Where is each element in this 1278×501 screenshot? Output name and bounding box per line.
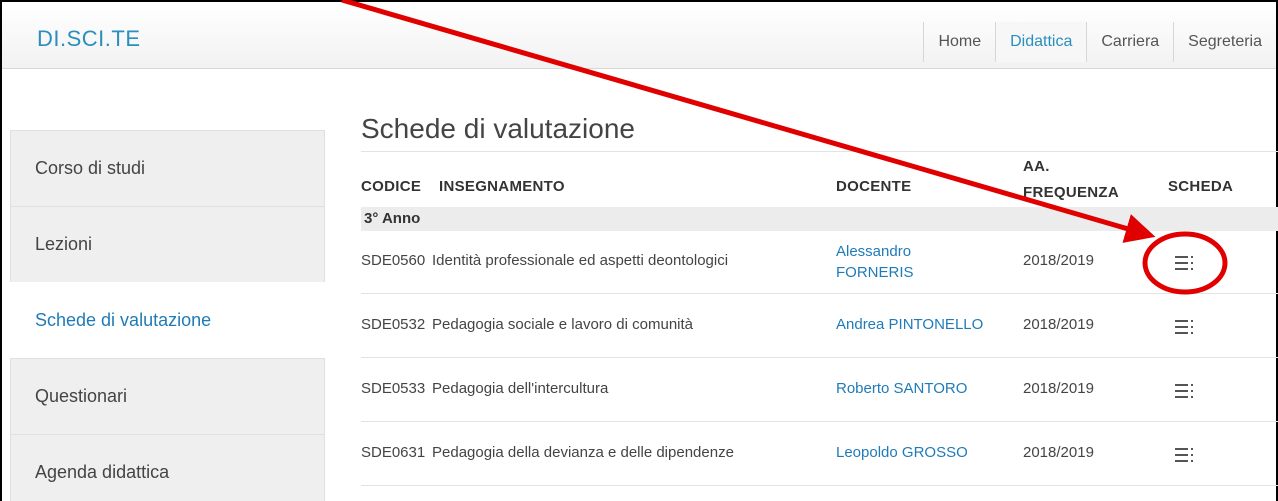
table-row: SDE0560 Identità professionale ed aspett… xyxy=(361,231,1278,294)
header-insegnamento: INSEGNAMENTO xyxy=(439,178,565,195)
course-code: SDE0533 xyxy=(361,380,426,397)
group-header-year: 3° Anno xyxy=(361,207,1278,231)
nav-item-segreteria[interactable]: Segreteria xyxy=(1173,22,1276,62)
teacher-link[interactable]: Andrea PINTONELLO xyxy=(836,316,983,333)
course-code: SDE0560 xyxy=(361,252,426,269)
teacher-link[interactable]: Leopoldo GROSSO xyxy=(836,444,968,461)
course-code: SDE0532 xyxy=(361,316,426,333)
top-navbar: DI.SCI.TE Home Didattica Carriera Segret… xyxy=(2,2,1276,69)
course-name: Pedagogia dell'intercultura xyxy=(432,380,609,397)
list-icon[interactable] xyxy=(1175,255,1195,271)
table-row: SDE0533 Pedagogia dell'intercultura Robe… xyxy=(361,359,1278,422)
academic-year: 2018/2019 xyxy=(1023,316,1094,333)
nav-item-carriera[interactable]: Carriera xyxy=(1086,22,1173,62)
header-docente: DOCENTE xyxy=(836,178,912,195)
sidebar-item-questionari[interactable]: Questionari xyxy=(10,358,325,434)
header-codice: CODICE xyxy=(361,178,422,195)
academic-year: 2018/2019 xyxy=(1023,444,1094,461)
nav-item-home[interactable]: Home xyxy=(923,22,995,62)
academic-year: 2018/2019 xyxy=(1023,380,1094,397)
header-frequenza: FREQUENZA xyxy=(1023,184,1120,201)
course-name: Pedagogia sociale e lavoro di comunità xyxy=(432,316,693,333)
teacher-link[interactable]: Roberto SANTORO xyxy=(836,380,967,397)
academic-year: 2018/2019 xyxy=(1023,252,1094,269)
main-content: Schede di valutazione CODICE INSEGNAMENT… xyxy=(361,110,1278,486)
sidebar-item-agenda-didattica[interactable]: Agenda didattica xyxy=(10,434,325,501)
table-header: CODICE INSEGNAMENTO DOCENTE AA. FREQUENZ… xyxy=(361,152,1278,207)
brand-logo[interactable]: DI.SCI.TE xyxy=(37,26,141,52)
header-scheda: SCHEDA xyxy=(1168,178,1234,195)
course-code: SDE0631 xyxy=(361,444,426,461)
header-aa: AA. xyxy=(1023,158,1050,175)
list-icon[interactable] xyxy=(1175,383,1195,399)
sidebar-item-lezioni[interactable]: Lezioni xyxy=(10,206,325,282)
course-name: Pedagogia della devianza e delle dipende… xyxy=(432,444,734,461)
teacher-link[interactable]: Alessandro xyxy=(836,243,911,260)
nav-item-didattica[interactable]: Didattica xyxy=(995,22,1087,62)
course-name: Identità professionale ed aspetti deonto… xyxy=(432,252,729,269)
sidebar-item-corso-di-studi[interactable]: Corso di studi xyxy=(10,130,325,206)
page-title: Schede di valutazione xyxy=(361,110,1278,152)
sidebar: Corso di studi Lezioni Schede di valutaz… xyxy=(10,130,325,501)
table-row: SDE0532 Pedagogia sociale e lavoro di co… xyxy=(361,295,1278,358)
sidebar-item-schede-di-valutazione[interactable]: Schede di valutazione xyxy=(10,282,325,358)
list-icon[interactable] xyxy=(1175,447,1195,463)
teacher-link[interactable]: FORNERIS xyxy=(836,264,914,281)
table-row: SDE0631 Pedagogia della devianza e delle… xyxy=(361,423,1278,486)
list-icon[interactable] xyxy=(1175,319,1195,335)
nav-menu: Home Didattica Carriera Segreteria xyxy=(923,22,1276,62)
